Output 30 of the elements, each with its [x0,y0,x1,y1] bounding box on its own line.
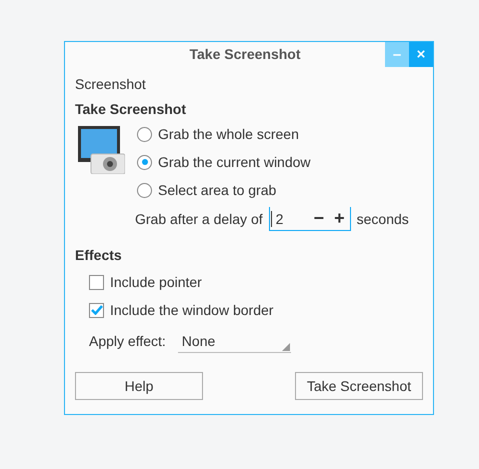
effect-label: Apply effect: [89,333,166,349]
section-heading: Take Screenshot [75,100,188,118]
option-label: Grab the whole screen [158,126,299,142]
radio-button[interactable] [137,126,152,142]
radio-button[interactable] [137,154,152,170]
checkbox-option[interactable]: Include pointer [89,268,423,296]
increment-button[interactable]: + [329,208,350,229]
radio-option[interactable]: Grab the current window [137,148,409,176]
delay-spinbox[interactable]: 2 − + [268,207,351,231]
corner-triangle-icon [282,343,290,351]
radio-option[interactable]: Grab the whole screen [137,120,409,148]
checkbox[interactable] [89,274,104,290]
decrement-button[interactable]: − [308,208,330,229]
effect-dropdown[interactable]: None [178,329,291,353]
unit-label: seconds [356,211,409,227]
radio-button[interactable] [137,182,152,198]
section-heading: Effects [75,246,123,264]
menu-label: Screenshot [75,75,147,93]
help-button[interactable]: Help [75,372,203,400]
delay-label: Grab after a delay of [135,211,263,227]
option-label: Include the window border [110,302,274,318]
option-label: Grab the current window [158,154,311,170]
window-title: Take Screenshot [188,45,302,64]
checkbox[interactable] [89,302,104,318]
option-label: Include pointer [110,274,202,290]
take-screenshot-button[interactable]: Take Screenshot [295,372,423,400]
radio-option[interactable]: Select area to grab [137,176,409,204]
option-label: Select area to grab [158,182,276,198]
monitor-camera-icon [77,124,125,174]
checkbox-option[interactable]: Include the window border [89,296,423,324]
